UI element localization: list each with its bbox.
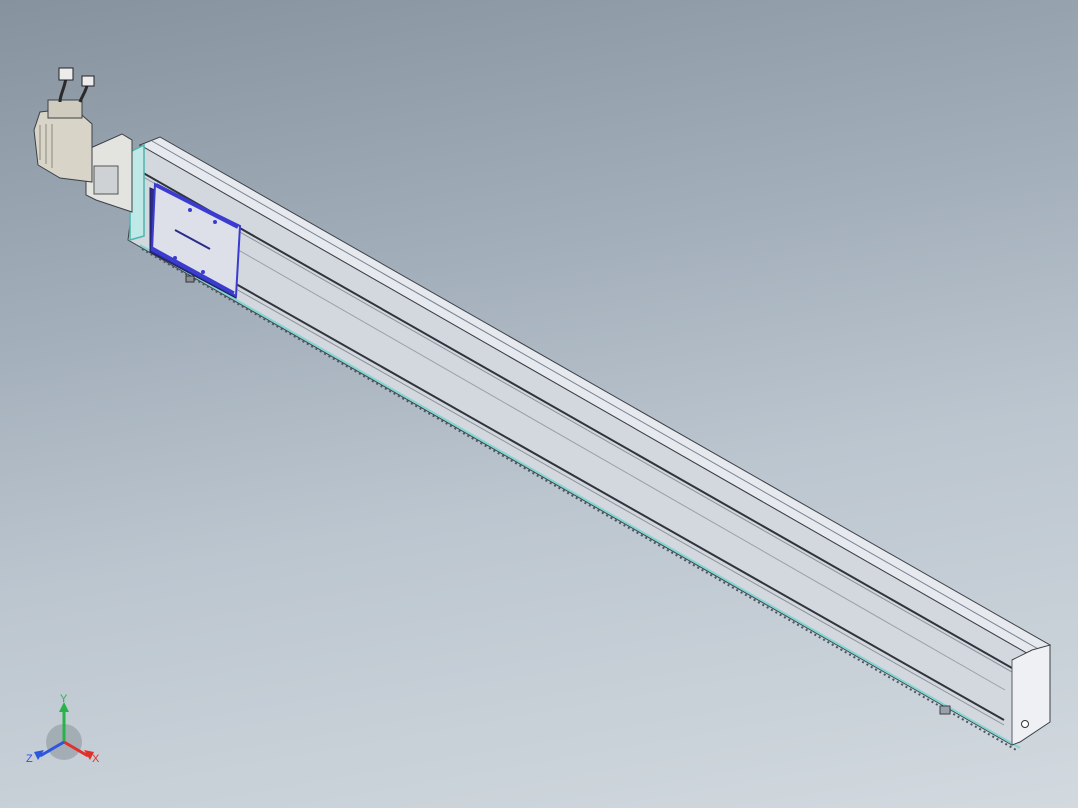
encoder-cable[interactable]	[58, 77, 68, 103]
3d-viewport[interactable]: Y X Z	[0, 0, 1078, 808]
linear-actuator-model[interactable]	[0, 0, 1078, 808]
carriage-screw-1	[188, 208, 192, 212]
rail-slot-lower-shadow	[235, 288, 1005, 726]
carriage-screw-4	[201, 270, 205, 274]
servo-motor-body[interactable]	[33, 107, 93, 183]
triad-z-label: Z	[26, 753, 33, 765]
encoder-connector[interactable]	[58, 67, 74, 81]
end-bracket	[939, 705, 951, 715]
end-cap-screw	[1021, 720, 1029, 728]
carriage-screw-2	[213, 220, 217, 224]
rail-bottom-strip	[139, 244, 1021, 749]
coordinate-triad[interactable]: Y X Z	[24, 690, 114, 770]
rail-bottom-serration	[141, 248, 1019, 752]
carriage-screw-3	[173, 256, 177, 260]
rail-slot-middle	[159, 204, 1006, 691]
triad-y-label: Y	[60, 693, 68, 705]
rail-top-groove	[151, 140, 1041, 651]
rail-slot-upper-shadow	[137, 173, 1027, 681]
rail-slot-upper	[137, 169, 1027, 677]
triad-x-label: X	[92, 753, 100, 765]
rail-slot-lower	[235, 283, 1005, 721]
coupling-window	[93, 165, 119, 195]
carriage-bottom-tab	[185, 275, 195, 283]
motor-connector-box	[47, 99, 83, 119]
power-connector[interactable]	[81, 75, 95, 87]
rail-end-cap[interactable]	[1011, 644, 1051, 746]
